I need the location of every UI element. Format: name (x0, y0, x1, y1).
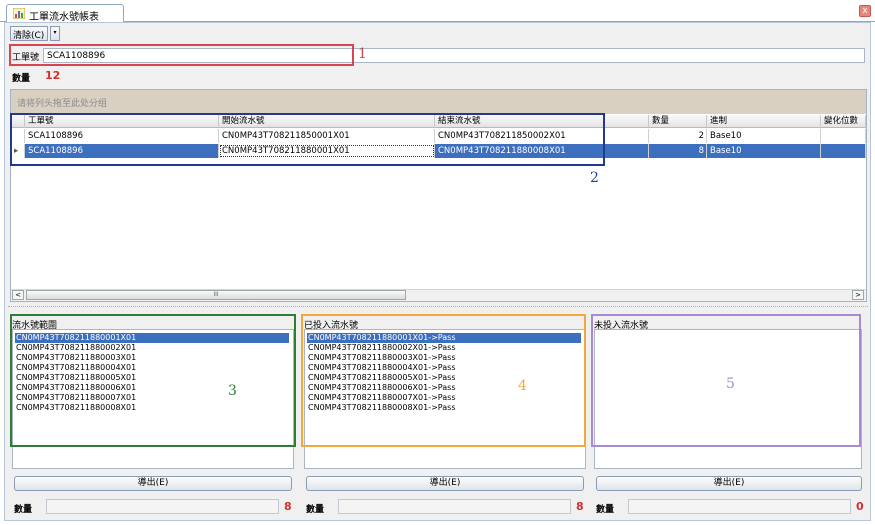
count-value-serial-range: 8 (284, 500, 292, 513)
count-label: 數量 (14, 505, 33, 515)
column-header-change-digits[interactable]: 變化位數 (821, 115, 866, 128)
annotation-box-4 (301, 314, 586, 447)
cell-base[interactable]: Base10 (707, 129, 821, 143)
annotation-box-3 (10, 314, 296, 447)
chevron-down-icon[interactable]: ▾ (50, 26, 60, 41)
group-by-panel[interactable]: 请将列头拖至此处分组 (11, 90, 866, 114)
count-field (628, 499, 851, 514)
tab-work-order-serial-report[interactable]: 工單流水號帳表 (6, 4, 124, 23)
count-value-input-serials: 8 (576, 500, 584, 513)
quantity-value: 12 (45, 69, 61, 82)
scrollbar-thumb[interactable]: III (26, 290, 406, 300)
column-header-base[interactable]: 進制 (707, 115, 821, 128)
count-label: 數量 (596, 505, 615, 515)
cell-quantity[interactable]: 2 (649, 129, 707, 143)
annotation-number-3: 3 (228, 383, 237, 399)
export-button-not-input-serials[interactable]: 導出(E) (596, 476, 862, 491)
annotation-box-2 (10, 113, 605, 166)
count-field (46, 499, 279, 514)
export-button-serial-range[interactable]: 導出(E) (14, 476, 292, 491)
report-icon (13, 8, 25, 19)
annotation-number-5: 5 (726, 376, 735, 392)
annotation-number-2: 2 (590, 170, 599, 186)
scroll-right-icon[interactable]: > (852, 290, 864, 300)
column-header-quantity[interactable]: 數量 (649, 115, 707, 128)
annotation-number-1: 1 (358, 46, 367, 62)
cell-change-digits[interactable] (821, 129, 866, 143)
cell-quantity[interactable]: 8 (649, 144, 707, 158)
close-icon[interactable]: x (859, 5, 871, 17)
annotation-box-1 (9, 44, 354, 66)
panel-splitter[interactable] (8, 306, 868, 310)
count-value-not-input-serials: 0 (856, 500, 864, 513)
count-field (338, 499, 571, 514)
tab-strip (0, 0, 875, 22)
tab-label: 工單流水號帳表 (29, 12, 99, 23)
annotation-number-4: 4 (518, 378, 527, 394)
clear-button[interactable]: 清除(C) (10, 26, 48, 41)
quantity-label: 數量 (12, 74, 31, 84)
cell-change-digits[interactable] (821, 144, 866, 158)
export-button-input-serials[interactable]: 導出(E) (306, 476, 584, 491)
count-label: 數量 (306, 505, 325, 515)
scroll-left-icon[interactable]: < (12, 290, 24, 300)
cell-base[interactable]: Base10 (707, 144, 821, 158)
